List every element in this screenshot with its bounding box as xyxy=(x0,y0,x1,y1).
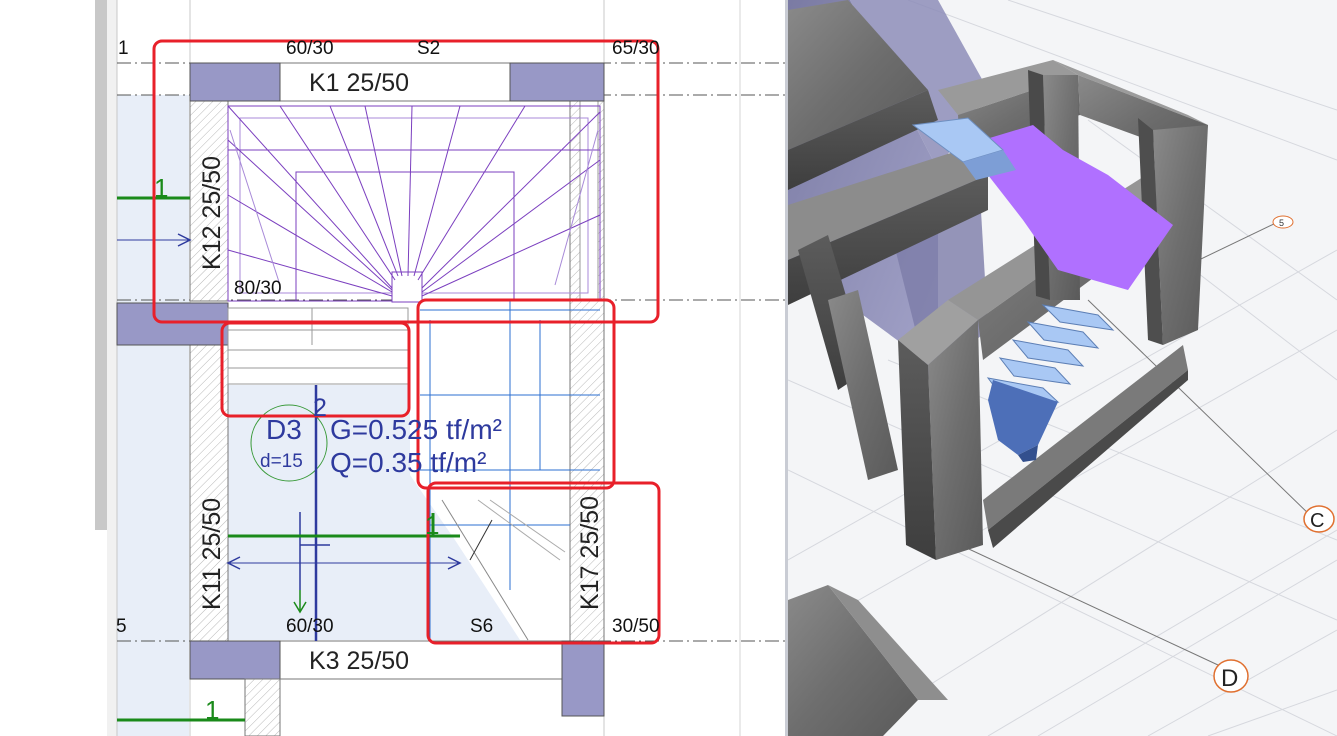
slab-thickness-label: d=15 xyxy=(260,451,303,472)
column-label-top-left: 60/30 xyxy=(286,38,334,59)
section-mark-top: 1 xyxy=(154,173,168,203)
column-label-mid-left: 80/30 xyxy=(234,278,282,299)
axis-marker-5[interactable]: 5 xyxy=(1272,215,1294,229)
concrete-frame-icon[interactable] xyxy=(788,0,1208,736)
grid-label-1: 1 xyxy=(118,38,129,59)
column-label-s6: S6 xyxy=(470,616,493,637)
plan-scrollbar[interactable] xyxy=(95,0,107,530)
stair-upper-flight[interactable] xyxy=(227,105,601,303)
svg-text:D: D xyxy=(1221,665,1238,692)
svg-text:C: C xyxy=(1310,510,1324,532)
beam-label-k17: K17 25/50 xyxy=(576,496,604,610)
axis-marker-c[interactable]: C xyxy=(1303,505,1335,533)
beam-label-k1: K1 25/50 xyxy=(309,69,409,97)
column-label-bottom-left: 60/30 xyxy=(286,616,334,637)
floor-plan-view[interactable]: 1 5 60/30 S2 65/30 80/30 60/30 S6 30/50 … xyxy=(0,0,785,736)
slab-dead-load-label: G=0.525 tf/m² xyxy=(330,414,502,445)
axis-marker-d[interactable]: D xyxy=(1213,659,1249,693)
slab-live-load-label: Q=0.35 tf/m² xyxy=(330,447,486,478)
beam-label-k12: K12 25/50 xyxy=(198,156,226,270)
axis-line-d xyxy=(927,529,1219,666)
column-label-top-right: 65/30 xyxy=(612,38,660,59)
stair-landing[interactable] xyxy=(227,307,409,385)
plan-canvas[interactable]: 1 5 60/30 S2 65/30 80/30 60/30 S6 30/50 … xyxy=(0,0,785,736)
3d-model-view[interactable]: 5 C D xyxy=(788,0,1337,736)
column-bottom-left[interactable] xyxy=(189,640,281,680)
section-mark-mid: 1 xyxy=(425,510,439,540)
column-top-left[interactable] xyxy=(189,62,281,102)
column-bottom-right[interactable] xyxy=(561,640,605,717)
grid-label-5: 5 xyxy=(116,616,127,637)
stair-number-label: 2 xyxy=(313,394,327,422)
beam-label-k11: K11 25/50 xyxy=(198,498,226,610)
column-top-right[interactable] xyxy=(509,62,605,102)
section-mark-bottom: 1 xyxy=(205,695,219,725)
model-canvas[interactable]: 5 C D xyxy=(788,0,1337,736)
column-mid-left[interactable] xyxy=(116,302,229,346)
slab-id-label: D3 xyxy=(266,414,302,445)
svg-text:5: 5 xyxy=(1279,218,1284,228)
beam-label-k3: K3 25/50 xyxy=(309,647,409,675)
column-label-bottom-right: 30/50 xyxy=(612,616,660,637)
column-label-s2: S2 xyxy=(417,38,440,59)
